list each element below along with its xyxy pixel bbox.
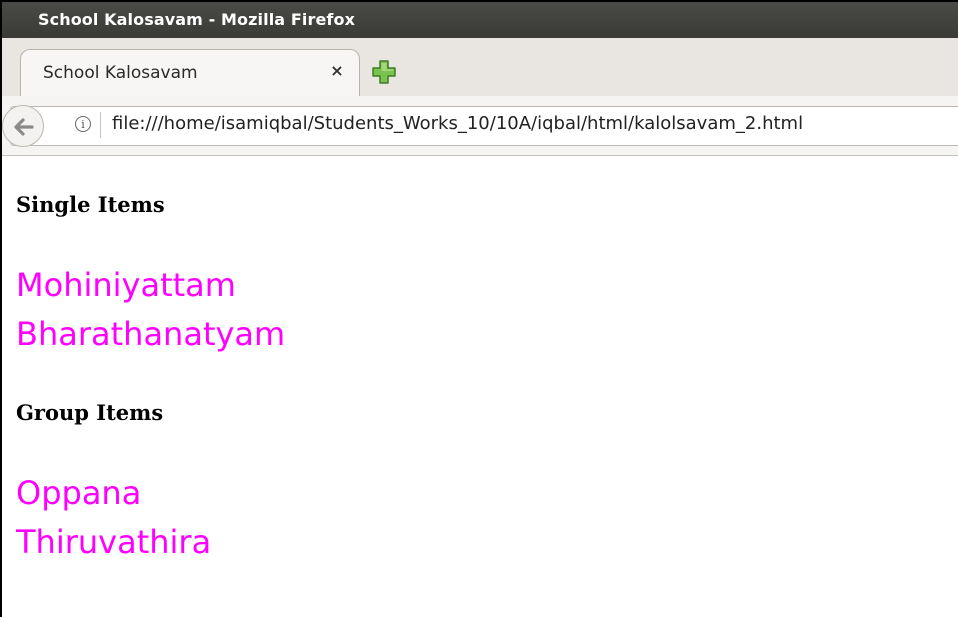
list-item: Mohiniyattam	[16, 266, 236, 304]
navigation-bar: i file:///home/isamiqbal/Students_Works_…	[2, 96, 958, 156]
tab-label: School Kalosavam	[43, 63, 198, 83]
list-item: Oppana	[16, 474, 142, 512]
info-icon[interactable]: i	[75, 116, 91, 132]
page-content: Single Items Mohiniyattam Bharathanatyam…	[2, 156, 958, 617]
url-text[interactable]: file:///home/isamiqbal/Students_Works_10…	[112, 113, 803, 134]
list-item: Thiruvathira	[16, 523, 212, 561]
title-bar: School Kalosavam - Mozilla Firefox	[2, 2, 958, 38]
url-separator	[100, 112, 101, 138]
section-heading-group: Group Items	[16, 400, 164, 425]
plus-icon[interactable]	[370, 58, 398, 86]
tab-school-kalosavam[interactable]: School Kalosavam ×	[20, 49, 360, 96]
list-item: Bharathanatyam	[16, 315, 286, 353]
section-heading-single: Single Items	[16, 192, 165, 217]
back-arrow-icon	[14, 118, 34, 136]
browser-window: School Kalosavam - Mozilla Firefox Schoo…	[0, 0, 958, 617]
back-button[interactable]	[2, 105, 44, 147]
close-icon[interactable]: ×	[327, 61, 347, 81]
window-title: School Kalosavam - Mozilla Firefox	[38, 10, 355, 29]
tab-strip: School Kalosavam ×	[2, 38, 958, 96]
